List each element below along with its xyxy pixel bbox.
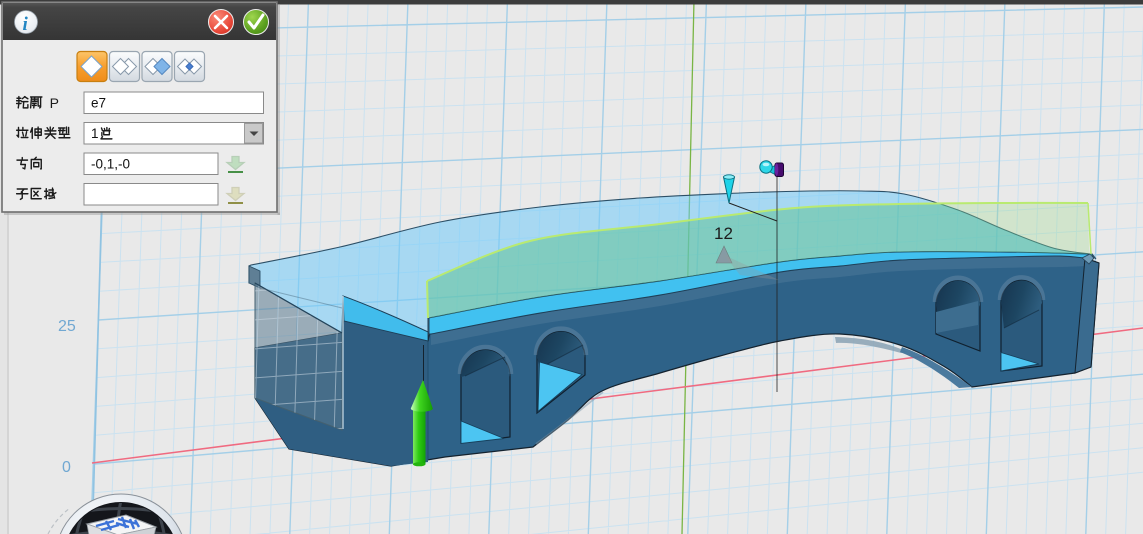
svg-text:P: P (50, 95, 59, 111)
svg-text:e7: e7 (91, 96, 106, 111)
svg-text:25: 25 (58, 318, 76, 335)
svg-text:12: 12 (714, 224, 733, 243)
svg-text:1: 1 (91, 126, 99, 141)
svg-text:0: 0 (62, 459, 71, 476)
svg-text:i: i (23, 14, 29, 35)
svg-text:-0,1,-0: -0,1,-0 (91, 157, 130, 172)
